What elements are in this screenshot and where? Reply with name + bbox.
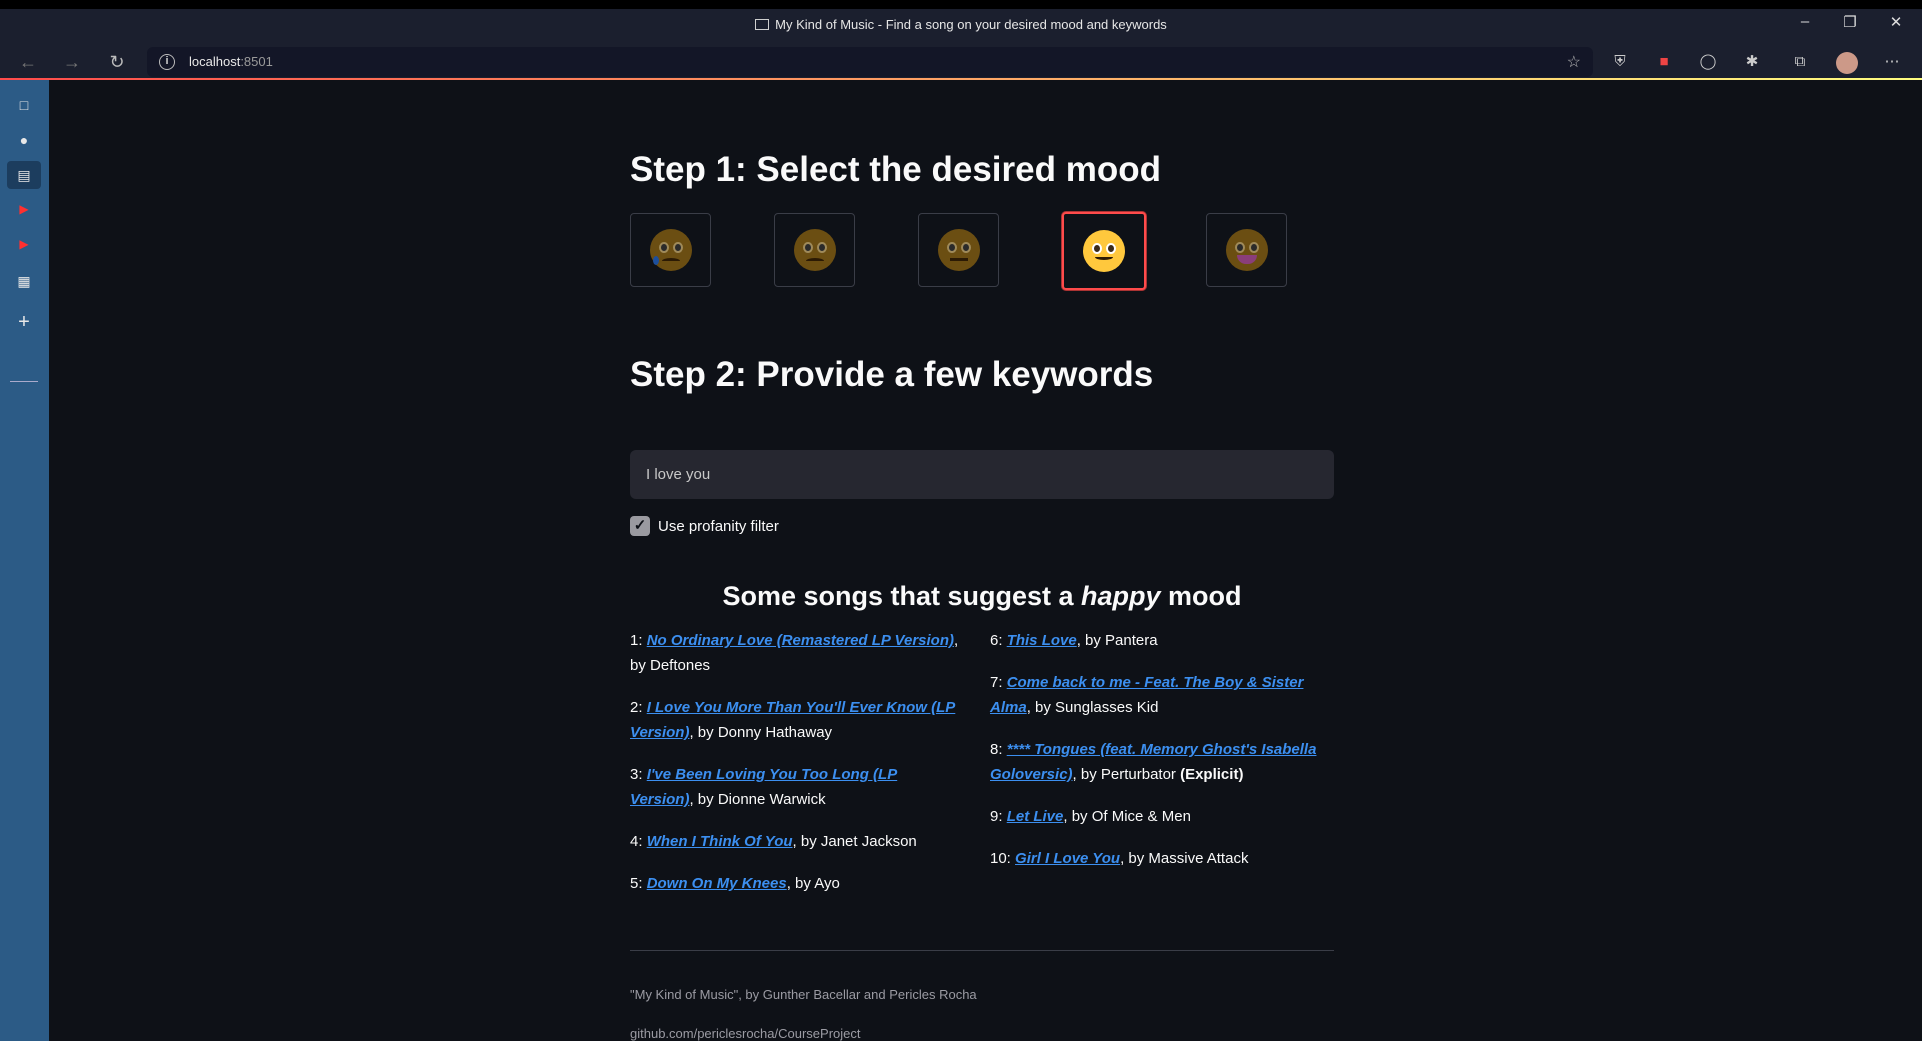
smile-face-icon (1083, 230, 1125, 272)
profanity-filter-checkbox[interactable]: ✓ (630, 516, 650, 536)
sidebar-reader-icon[interactable]: ▤ (7, 161, 41, 189)
song-link[interactable]: Down On My Knees (647, 875, 787, 892)
song-item: 9: Let Live, by Of Mice & Men (990, 808, 1191, 825)
explicit-tag: (Explicit) (1180, 766, 1244, 783)
restore-button[interactable]: ❐ (1830, 13, 1870, 31)
frown-face-icon (793, 229, 836, 271)
favorite-star-icon[interactable]: ☆ (1567, 52, 1581, 72)
extensions-icon[interactable]: ✱ (1742, 52, 1762, 72)
app-main: Step 1: Select the desired mood Step 2: … (49, 80, 1922, 1041)
results-heading: Some songs that suggest a happy mood (722, 581, 1242, 611)
grin-face-icon (1225, 229, 1268, 271)
sidebar-youtube-icon[interactable]: ▶ (13, 233, 35, 255)
url-host: localhost (189, 54, 241, 69)
mood-button-frown[interactable] (774, 213, 855, 287)
step2-heading: Step 2: Provide a few keywords (630, 355, 1154, 394)
song-link[interactable]: Let Live (1007, 808, 1064, 825)
mood-button-neutral[interactable] (918, 213, 999, 287)
mood-selector (630, 212, 1334, 290)
song-item: 4: When I Think Of You, by Janet Jackson (630, 833, 917, 850)
neutral-face-icon (937, 229, 980, 271)
site-info-icon[interactable]: i (159, 54, 175, 70)
url-text[interactable]: localhost:8501 (189, 54, 273, 69)
song-link[interactable]: Girl I Love You (1015, 850, 1120, 867)
mood-button-grin[interactable] (1206, 213, 1287, 287)
sidebar-tabs-icon[interactable]: □ (13, 94, 35, 116)
song-item: 7: Come back to me - Feat. The Boy & Sis… (990, 674, 1304, 716)
song-item: 5: Down On My Knees, by Ayo (630, 875, 840, 892)
song-link[interactable]: No Ordinary Love (Remastered LP Version) (647, 632, 954, 649)
song-item: 2: I Love You More Than You'll Ever Know… (630, 699, 956, 741)
minimize-button[interactable]: – (1785, 13, 1825, 30)
url-port: :8501 (240, 54, 273, 69)
songs-list-left: 1: No Ordinary Love (Remastered LP Versi… (630, 628, 960, 913)
keywords-input[interactable] (630, 450, 1334, 499)
shield-extension-icon[interactable]: ⛨ (1610, 52, 1630, 72)
sidebar-github-icon[interactable]: ● (13, 129, 35, 151)
mood-button-happy[interactable] (1062, 212, 1146, 290)
song-item: 3: I've Been Loving You Too Long (LP Ver… (630, 766, 898, 808)
profanity-filter-label: Use profanity filter (658, 517, 779, 535)
back-button[interactable]: ← (15, 51, 41, 73)
song-item: 10: Girl I Love You, by Massive Attack (990, 850, 1249, 867)
song-link[interactable]: This Love (1007, 632, 1077, 649)
sidebar-divider (10, 381, 38, 382)
more-menu-icon[interactable]: ⋯ (1882, 52, 1902, 72)
office-extension-icon[interactable]: ■ (1654, 52, 1674, 72)
browser-toolbar: ← → ↻ i localhost:8501 ☆ ⛨ ■ ◯ ✱ ⧉ ⋯ (0, 45, 1922, 79)
song-item: 6: This Love, by Pantera (990, 632, 1158, 649)
window-title: My Kind of Music - Find a song on your d… (775, 17, 1167, 32)
sidebar-youtube-icon[interactable]: ▶ (13, 198, 35, 220)
reload-button[interactable]: ↻ (104, 51, 130, 73)
close-button[interactable]: ✕ (1876, 13, 1916, 31)
profile-avatar[interactable] (1836, 52, 1858, 74)
collections-icon[interactable]: ⧉ (1790, 52, 1810, 72)
sad-tear-face-icon (649, 229, 692, 271)
song-link[interactable]: When I Think Of You (647, 833, 793, 850)
song-item: 1: No Ordinary Love (Remastered LP Versi… (630, 632, 959, 674)
browser-sidebar: □ ● ▤ ▶ ▶ ▦ + (0, 80, 49, 1041)
address-bar[interactable]: i localhost:8501 ☆ (147, 47, 1593, 77)
song-item: 8: **** Tongues (feat. Memory Ghost's Is… (990, 741, 1317, 783)
step1-heading: Step 1: Select the desired mood (630, 150, 1161, 189)
footer-credit: "My Kind of Music", by Gunther Bacellar … (630, 987, 977, 1002)
page-icon (755, 19, 770, 30)
password-extension-icon[interactable]: ◯ (1698, 52, 1718, 72)
footer-divider (630, 950, 1334, 951)
results-mood-word: happy (1081, 581, 1161, 611)
forward-button[interactable]: → (59, 51, 85, 73)
profanity-filter-row[interactable]: ✓ Use profanity filter (630, 516, 779, 536)
mood-button-sad[interactable] (630, 213, 711, 287)
sidebar-calendar-icon[interactable]: ▦ (13, 270, 35, 292)
window-title-bar: My Kind of Music - Find a song on your d… (0, 0, 1922, 45)
sidebar-add-icon[interactable]: + (13, 311, 35, 333)
songs-list-right: 6: This Love, by Pantera 7: Come back to… (990, 628, 1320, 888)
footer-repo-link[interactable]: github.com/periclesrocha/CourseProject (630, 1026, 861, 1041)
